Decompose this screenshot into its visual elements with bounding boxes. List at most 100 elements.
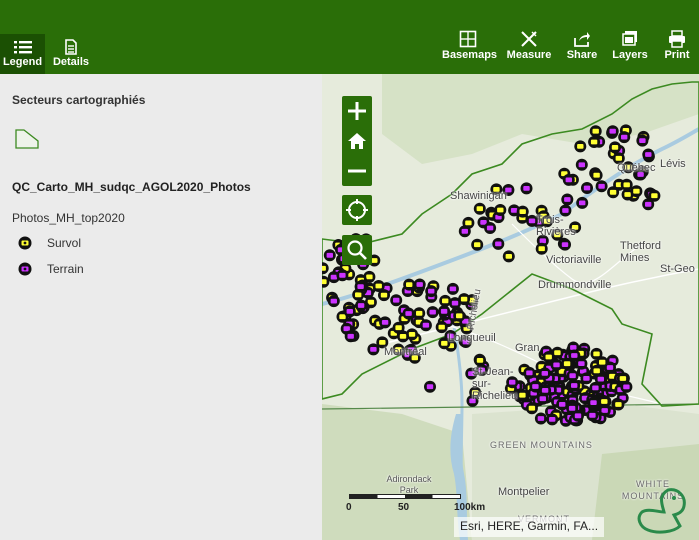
photo-point-marker[interactable] (588, 136, 601, 148)
print-button[interactable]: Print (661, 30, 693, 61)
photo-point-marker[interactable] (458, 225, 471, 238)
photo-point-marker[interactable] (587, 396, 600, 409)
photo-point-marker[interactable] (323, 249, 336, 262)
photo-point-marker[interactable] (642, 198, 655, 211)
photo-point-marker[interactable] (590, 169, 603, 182)
map-attribution[interactable]: Esri, HERE, Garmin, FA... (454, 517, 605, 537)
photo-point-marker[interactable] (542, 351, 555, 363)
map-view[interactable]: Québec Lévis Shawinigan Trois-Rivières V… (322, 74, 699, 540)
photo-point-marker[interactable] (379, 316, 392, 329)
photo-point-marker[interactable] (576, 196, 589, 209)
home-button[interactable] (342, 126, 372, 156)
share-button[interactable]: Share (564, 30, 600, 61)
photo-point-marker[interactable] (534, 412, 547, 425)
photo-point-marker[interactable] (425, 285, 438, 298)
zoom-control (342, 96, 372, 186)
photo-point-marker[interactable] (367, 343, 380, 356)
photo-point-marker[interactable] (538, 367, 551, 380)
photo-point-marker[interactable] (566, 402, 579, 415)
photo-point-marker[interactable] (372, 280, 385, 292)
scale-bar-graphic (349, 494, 461, 499)
zoom-in-button[interactable] (342, 96, 372, 126)
photo-point-marker[interactable] (419, 319, 432, 332)
photo-point-marker[interactable] (446, 282, 459, 295)
tab-details[interactable]: Details (49, 34, 93, 74)
photo-point-marker[interactable] (642, 148, 655, 161)
photo-point-marker[interactable] (471, 238, 484, 251)
photo-point-marker[interactable] (390, 294, 403, 307)
photo-point-marker[interactable] (492, 237, 505, 250)
photo-point-marker[interactable] (616, 372, 629, 385)
photo-layer-title: QC_Carto_MH_sudqc_AGOL2020_Photos (12, 180, 251, 194)
photo-point-marker[interactable] (546, 413, 559, 426)
legend-item-label: Terrain (47, 262, 84, 276)
photo-point-marker[interactable] (438, 305, 451, 318)
legend-panel: Secteurs cartographiés QC_Carto_MH_sudqc… (0, 74, 322, 540)
home-icon (348, 133, 366, 149)
photo-point-marker[interactable] (636, 134, 649, 147)
photo-point-marker[interactable] (336, 269, 349, 282)
photo-point-marker[interactable] (535, 242, 548, 255)
locate-crosshair-icon (346, 199, 368, 221)
photo-point-marker[interactable] (344, 330, 357, 343)
photo-point-marker[interactable] (458, 293, 471, 306)
survol-camera-icon (18, 236, 32, 250)
photo-point-marker[interactable] (536, 392, 549, 405)
photo-point-marker[interactable] (354, 280, 367, 293)
photo-point-marker[interactable] (343, 305, 356, 318)
map-label-montreal: Montréal (384, 346, 427, 358)
photo-point-marker[interactable] (562, 173, 575, 186)
photo-point-marker[interactable] (589, 125, 602, 138)
photo-point-marker[interactable] (413, 278, 426, 291)
photo-point-marker[interactable] (594, 373, 607, 386)
photo-point-marker[interactable] (575, 158, 588, 171)
map-label-stgeo: St-Geo (660, 263, 695, 275)
photo-point-marker[interactable] (502, 250, 515, 263)
photo-point-marker[interactable] (435, 321, 448, 334)
tab-legend[interactable]: Legend (0, 34, 45, 74)
photo-point-marker[interactable] (516, 205, 529, 218)
photo-point-marker[interactable] (581, 182, 593, 194)
photo-point-marker[interactable] (327, 295, 340, 308)
printer-icon (669, 30, 685, 48)
photo-point-marker[interactable] (595, 180, 608, 193)
photo-point-marker[interactable] (403, 278, 416, 291)
search-button[interactable] (342, 235, 372, 265)
photo-point-marker[interactable] (609, 141, 621, 154)
document-icon (65, 39, 77, 55)
photo-point-marker[interactable] (575, 357, 588, 370)
basemaps-button[interactable]: Basemaps (442, 30, 497, 61)
photo-point-marker[interactable] (561, 193, 574, 206)
photo-point-marker[interactable] (453, 309, 466, 322)
locate-button[interactable] (342, 195, 372, 225)
photo-point-marker[interactable] (559, 238, 571, 251)
app-header: Legend Details Basemaps Measure Share La… (0, 0, 699, 74)
photo-point-marker[interactable] (574, 140, 587, 153)
layers-button[interactable]: Layers (611, 30, 649, 61)
photo-point-marker[interactable] (618, 131, 631, 144)
photo-point-marker[interactable] (520, 182, 533, 195)
photo-point-marker[interactable] (606, 125, 619, 138)
scale-bar: 0 50 100km (346, 494, 485, 513)
photo-point-marker[interactable] (598, 395, 611, 408)
plus-icon (348, 102, 366, 120)
photo-point-marker[interactable] (322, 262, 329, 275)
photo-point-marker[interactable] (568, 379, 581, 392)
photo-point-marker[interactable] (402, 307, 415, 320)
sector-layer-title: Secteurs cartographiés (12, 93, 146, 107)
photo-point-marker[interactable] (424, 380, 436, 393)
photo-point-marker[interactable] (494, 204, 507, 216)
zoom-out-button[interactable] (342, 156, 372, 186)
photo-point-marker[interactable] (596, 356, 609, 369)
photo-point-marker[interactable] (525, 402, 538, 415)
photo-sublayer-title: Photos_MH_top2020 (12, 211, 125, 225)
photo-point-marker[interactable] (586, 409, 599, 422)
photo-point-marker[interactable] (484, 222, 497, 234)
photo-point-marker[interactable] (473, 202, 486, 215)
measure-button[interactable]: Measure (506, 30, 552, 61)
photo-point-marker[interactable] (620, 178, 633, 191)
photo-point-marker[interactable] (426, 306, 439, 319)
duck-logo-icon (637, 488, 686, 534)
photo-point-marker[interactable] (397, 330, 409, 343)
photo-point-marker[interactable] (355, 299, 368, 312)
